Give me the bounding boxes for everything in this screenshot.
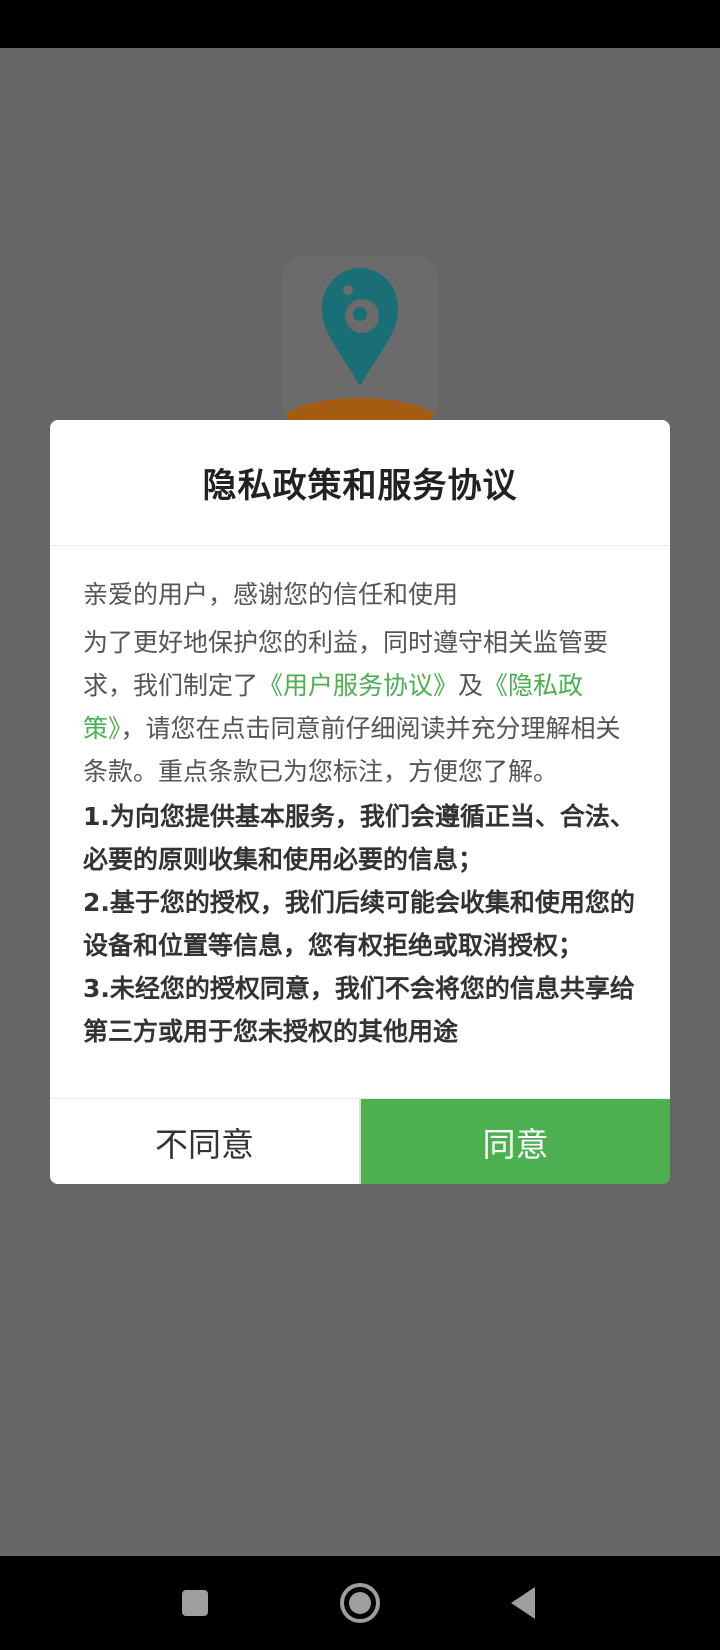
- intro-part2: ，请您在点击同意前仔细阅读并充分理解相关条款。重点条款已为您标注，方便您了解。: [83, 714, 621, 786]
- term-item-1: 1.为向您提供基本服务，我们会遵循正当、合法、必要的原则收集和使用必要的信息；: [83, 802, 635, 874]
- navigation-bar: [0, 1556, 720, 1650]
- square-icon: [182, 1590, 208, 1616]
- greeting-text: 亲爱的用户，感谢您的信任和使用: [83, 580, 459, 609]
- privacy-dialog: 隐私政策和服务协议 亲爱的用户，感谢您的信任和使用 为了更好地保护您的利益，同时…: [50, 420, 670, 1184]
- triangle-back-icon: [511, 1587, 535, 1619]
- app-logo-icon: [282, 256, 438, 426]
- intro-text: 为了更好地保护您的利益，同时遵守相关监管要求，我们制定了《用户服务协议》及《隐私…: [83, 621, 643, 793]
- home-button[interactable]: [315, 1556, 405, 1650]
- recents-button[interactable]: [150, 1556, 240, 1650]
- term-item-2: 2.基于您的授权，我们后续可能会收集和使用您的设备和位置等信息，您有权拒绝或取消…: [83, 888, 635, 960]
- term-item-3: 3.未经您的授权同意，我们不会将您的信息共享给第三方或用于您未授权的其他用途: [83, 974, 635, 1046]
- back-button[interactable]: [478, 1556, 568, 1650]
- circle-icon: [340, 1583, 380, 1623]
- user-agreement-link[interactable]: 《用户服务协议》: [258, 671, 458, 700]
- intro-and: 及: [458, 671, 484, 700]
- terms-list: 1.为向您提供基本服务，我们会遵循正当、合法、必要的原则收集和使用必要的信息； …: [83, 795, 643, 1053]
- dialog-title: 隐私政策和服务协议: [202, 466, 518, 506]
- status-bar: [0, 0, 720, 48]
- agree-button[interactable]: 同意: [361, 1099, 670, 1184]
- dialog-body[interactable]: 亲爱的用户，感谢您的信任和使用 为了更好地保护您的利益，同时遵守相关监管要求，我…: [83, 575, 643, 1053]
- dialog-footer: 不同意 同意: [50, 1098, 670, 1184]
- disagree-button[interactable]: 不同意: [50, 1099, 361, 1184]
- dialog-header: 隐私政策和服务协议: [50, 420, 670, 546]
